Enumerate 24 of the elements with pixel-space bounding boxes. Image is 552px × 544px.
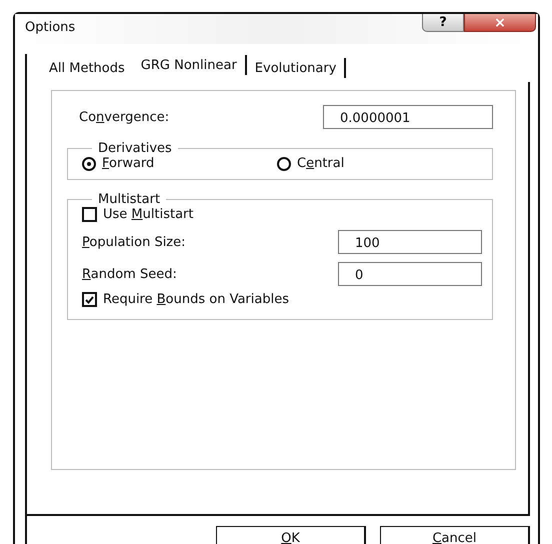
field-label: Random Seed:	[82, 266, 177, 282]
population-size-field[interactable]: 100	[338, 230, 482, 254]
radio-label: Forward	[102, 156, 154, 171]
radio-button[interactable]	[82, 156, 96, 170]
checkbox-label: Require Bounds on Variables	[103, 292, 289, 307]
tab[interactable]: All Methods	[41, 58, 133, 78]
checkbox-label: Use Multistart	[103, 207, 194, 222]
field-label: Population Size:	[82, 234, 186, 250]
field-label: Convergence:	[79, 110, 170, 124]
radio-button[interactable]	[277, 156, 291, 170]
group-title: Derivatives	[97, 141, 173, 156]
tab[interactable]: Evolutionary	[246, 58, 346, 78]
radio-label: Central	[297, 156, 344, 171]
help-button[interactable]: ?	[422, 14, 464, 32]
window-title: Options	[25, 20, 76, 35]
group-title: Multistart	[97, 192, 162, 207]
checkmark-icon	[85, 296, 94, 304]
tab[interactable]: GRG Nonlinear	[132, 55, 247, 75]
random-seed-field[interactable]: 0	[338, 262, 482, 286]
checkbox[interactable]	[82, 292, 97, 307]
convergence-field[interactable]: 0.0000001	[323, 105, 493, 129]
checkbox[interactable]	[82, 207, 97, 222]
ok-button[interactable]: OK	[216, 526, 366, 544]
cancel-button[interactable]: Cancel	[380, 526, 530, 544]
